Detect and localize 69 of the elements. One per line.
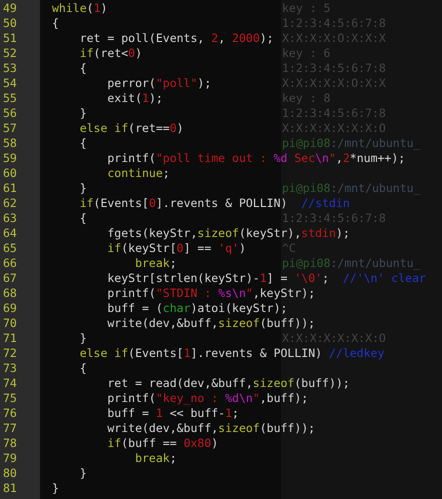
code-line: } (78, 466, 87, 480)
line-number: 52 (3, 46, 17, 60)
line-number: 49 (3, 1, 17, 15)
line-number: 75 (3, 391, 17, 405)
code-line: continue; (106, 166, 170, 180)
code-line: if(Events[0].revents & POLLIN) //stdin (78, 196, 350, 210)
code-line: { (78, 211, 87, 225)
code-line: else if(Events[1].revents & POLLIN) //ledkey (78, 346, 384, 360)
code-line: { (78, 361, 87, 375)
line-number: 61 (3, 181, 17, 195)
code-line: } (78, 106, 87, 120)
code-line: { (78, 136, 87, 150)
line-number: 80 (3, 466, 17, 480)
code-line: } (52, 481, 59, 495)
code-line: break; (134, 256, 177, 270)
line-number: 68 (3, 286, 17, 300)
code-line: if(keyStr[0] == 'q') (106, 241, 246, 255)
line-number: 79 (3, 451, 17, 465)
terminal-line: pi@pi08:/mnt/ubuntu_ (282, 181, 420, 195)
line-number: 72 (3, 346, 17, 360)
terminal-line: pi@pi08:/mnt/ubuntu_ (282, 136, 420, 150)
line-number: 77 (3, 421, 17, 435)
code-line: ret = poll(Events, 2, 2000); (78, 31, 274, 45)
line-number: 81 (3, 481, 17, 495)
code-line: buff = 1 << buff-1; (106, 406, 239, 420)
code-line: exit(1); (106, 91, 163, 105)
line-number: 69 (3, 301, 17, 315)
line-number: 65 (3, 241, 17, 255)
code-line: write(dev,&buff,sizeof(buff)); (106, 421, 316, 435)
code-line: { (52, 16, 59, 30)
line-number: 57 (3, 121, 17, 135)
terminal-line: pi@pi08:/mnt/ubuntu_ (282, 256, 420, 270)
code-line: fgets(keyStr,sizeof(keyStr),stdin); (106, 226, 350, 240)
code-line: printf("STDIN : %s\n",keyStr); (106, 286, 316, 300)
code-line: if(ret<0) (78, 46, 142, 60)
code-line: while(1) (52, 1, 108, 15)
line-number: 58 (3, 136, 17, 150)
line-number: 71 (3, 331, 17, 345)
code-line: write(dev,&buff,sizeof(buff)); (106, 316, 316, 330)
code-line: ret = read(dev,&buff,sizeof(buff)); (106, 376, 350, 390)
code-line: { (78, 61, 87, 75)
line-number: 62 (3, 196, 17, 210)
line-number: 66 (3, 256, 17, 270)
code-line: if(buff == 0x80) (106, 436, 218, 450)
line-number: 73 (3, 361, 17, 375)
line-number: 55 (3, 91, 17, 105)
line-number: 50 (3, 16, 17, 30)
code-line: printf("key_no : %d\n",buff); (106, 391, 308, 405)
code-line: } (78, 331, 87, 345)
line-number: 63 (3, 211, 17, 225)
code-line: else if(ret==0) (78, 121, 184, 135)
code-line: buff = (char)atoi(keyStr); (106, 301, 288, 315)
code-line: printf("poll time out : %d Sec\n",2*num++); (106, 151, 406, 165)
line-number: 53 (3, 61, 17, 75)
line-number: 76 (3, 406, 17, 420)
line-number: 70 (3, 316, 17, 330)
line-number: 67 (3, 271, 17, 285)
line-number: 74 (3, 376, 17, 390)
code-line: } (78, 181, 87, 195)
line-number: 64 (3, 226, 17, 240)
line-number: 54 (3, 76, 17, 90)
code-line: keyStr[strlen(keyStr)-1] = '\0'; //'\n' clear (106, 271, 426, 285)
line-number: 60 (3, 166, 17, 180)
line-number: 78 (3, 436, 17, 450)
line-number: 59 (3, 151, 17, 165)
code-line: break; (134, 451, 177, 465)
line-number: 51 (3, 31, 17, 45)
line-number: 56 (3, 106, 17, 120)
code-line: perror("poll"); (106, 76, 212, 90)
